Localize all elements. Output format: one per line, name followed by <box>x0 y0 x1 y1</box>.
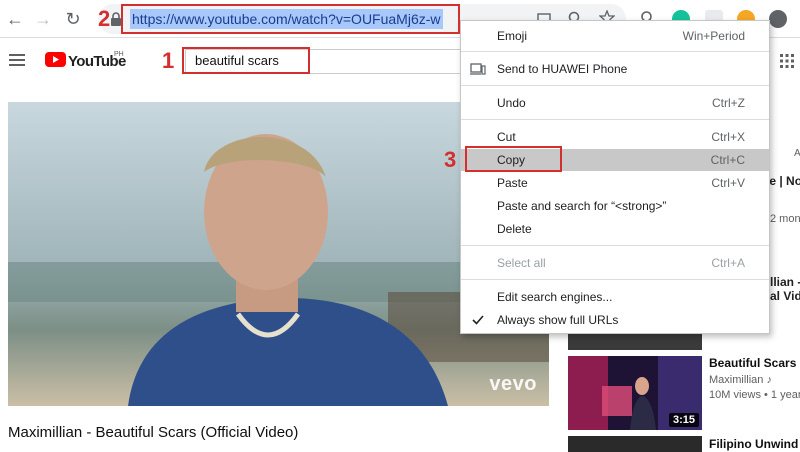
sidebar-rec-meta-clip: 2 mon <box>770 213 800 225</box>
annotation-number-1: 1 <box>162 48 175 73</box>
annotation-number-2: 2 <box>98 6 111 31</box>
annotation-box-url <box>121 4 460 34</box>
apps-grid-icon[interactable] <box>780 54 794 68</box>
menu-item-paste-and-search[interactable]: Paste and search for “<strong>” <box>461 195 769 217</box>
rec-title[interactable]: Beautiful Scars <box>709 356 796 370</box>
menu-item-select-all[interactable]: Select all Ctrl+A <box>461 252 769 274</box>
rec-thumbnail[interactable]: 3:15 <box>568 356 702 430</box>
rec-title[interactable]: Filipino Unwind <box>709 437 798 451</box>
menu-divider <box>461 245 769 246</box>
menu-item-edit-search-engines[interactable]: Edit search engines... <box>461 286 769 308</box>
youtube-logo-icon[interactable] <box>45 52 66 67</box>
profile-avatar-icon[interactable] <box>769 10 787 28</box>
rec-thumbnail[interactable] <box>568 436 702 452</box>
rec-channel[interactable]: Maximillian ♪ <box>709 374 772 386</box>
send-to-device-icon <box>470 63 486 75</box>
menu-item-delete[interactable]: Delete <box>461 218 769 240</box>
menu-item-send-to-phone[interactable]: Send to HUAWEI Phone <box>461 58 769 80</box>
reload-icon[interactable]: ↻ <box>62 8 84 30</box>
sidebar-rec-title-clip[interactable]: al Vide <box>770 289 800 303</box>
menu-item-undo[interactable]: Undo Ctrl+Z <box>461 92 769 114</box>
annotation-box-copy <box>465 146 562 172</box>
forward-icon[interactable]: → <box>32 8 54 30</box>
region-label: PH <box>114 51 124 58</box>
menu-item-always-show-full-urls[interactable]: Always show full URLs <box>461 309 769 331</box>
annotation-number-3: 3 <box>444 147 457 172</box>
menu-item-paste[interactable]: Paste Ctrl+V <box>461 172 769 194</box>
checkmark-icon <box>472 315 484 325</box>
rec-views: 10M views • 1 year a <box>709 389 800 401</box>
menu-item-emoji[interactable]: Emoji Win+Period <box>461 25 769 47</box>
back-icon[interactable]: ← <box>4 8 26 30</box>
video-title: Maximillian - Beautiful Scars (Official … <box>8 424 299 441</box>
menu-divider <box>461 279 769 280</box>
menu-divider <box>461 51 769 52</box>
context-menu: Emoji Win+Period Send to HUAWEI Phone Un… <box>460 20 770 334</box>
sidebar-rec-title-clip[interactable]: llian - <box>770 275 800 289</box>
menu-icon[interactable] <box>9 54 25 66</box>
annotation-box-search <box>182 47 310 74</box>
menu-divider <box>461 85 769 86</box>
menu-divider <box>461 119 769 120</box>
vevo-watermark: vevo <box>489 373 537 395</box>
menu-item-cut[interactable]: Cut Ctrl+X <box>461 126 769 148</box>
sidebar-chip[interactable]: A <box>794 148 800 159</box>
duration-badge: 3:15 <box>668 413 699 427</box>
